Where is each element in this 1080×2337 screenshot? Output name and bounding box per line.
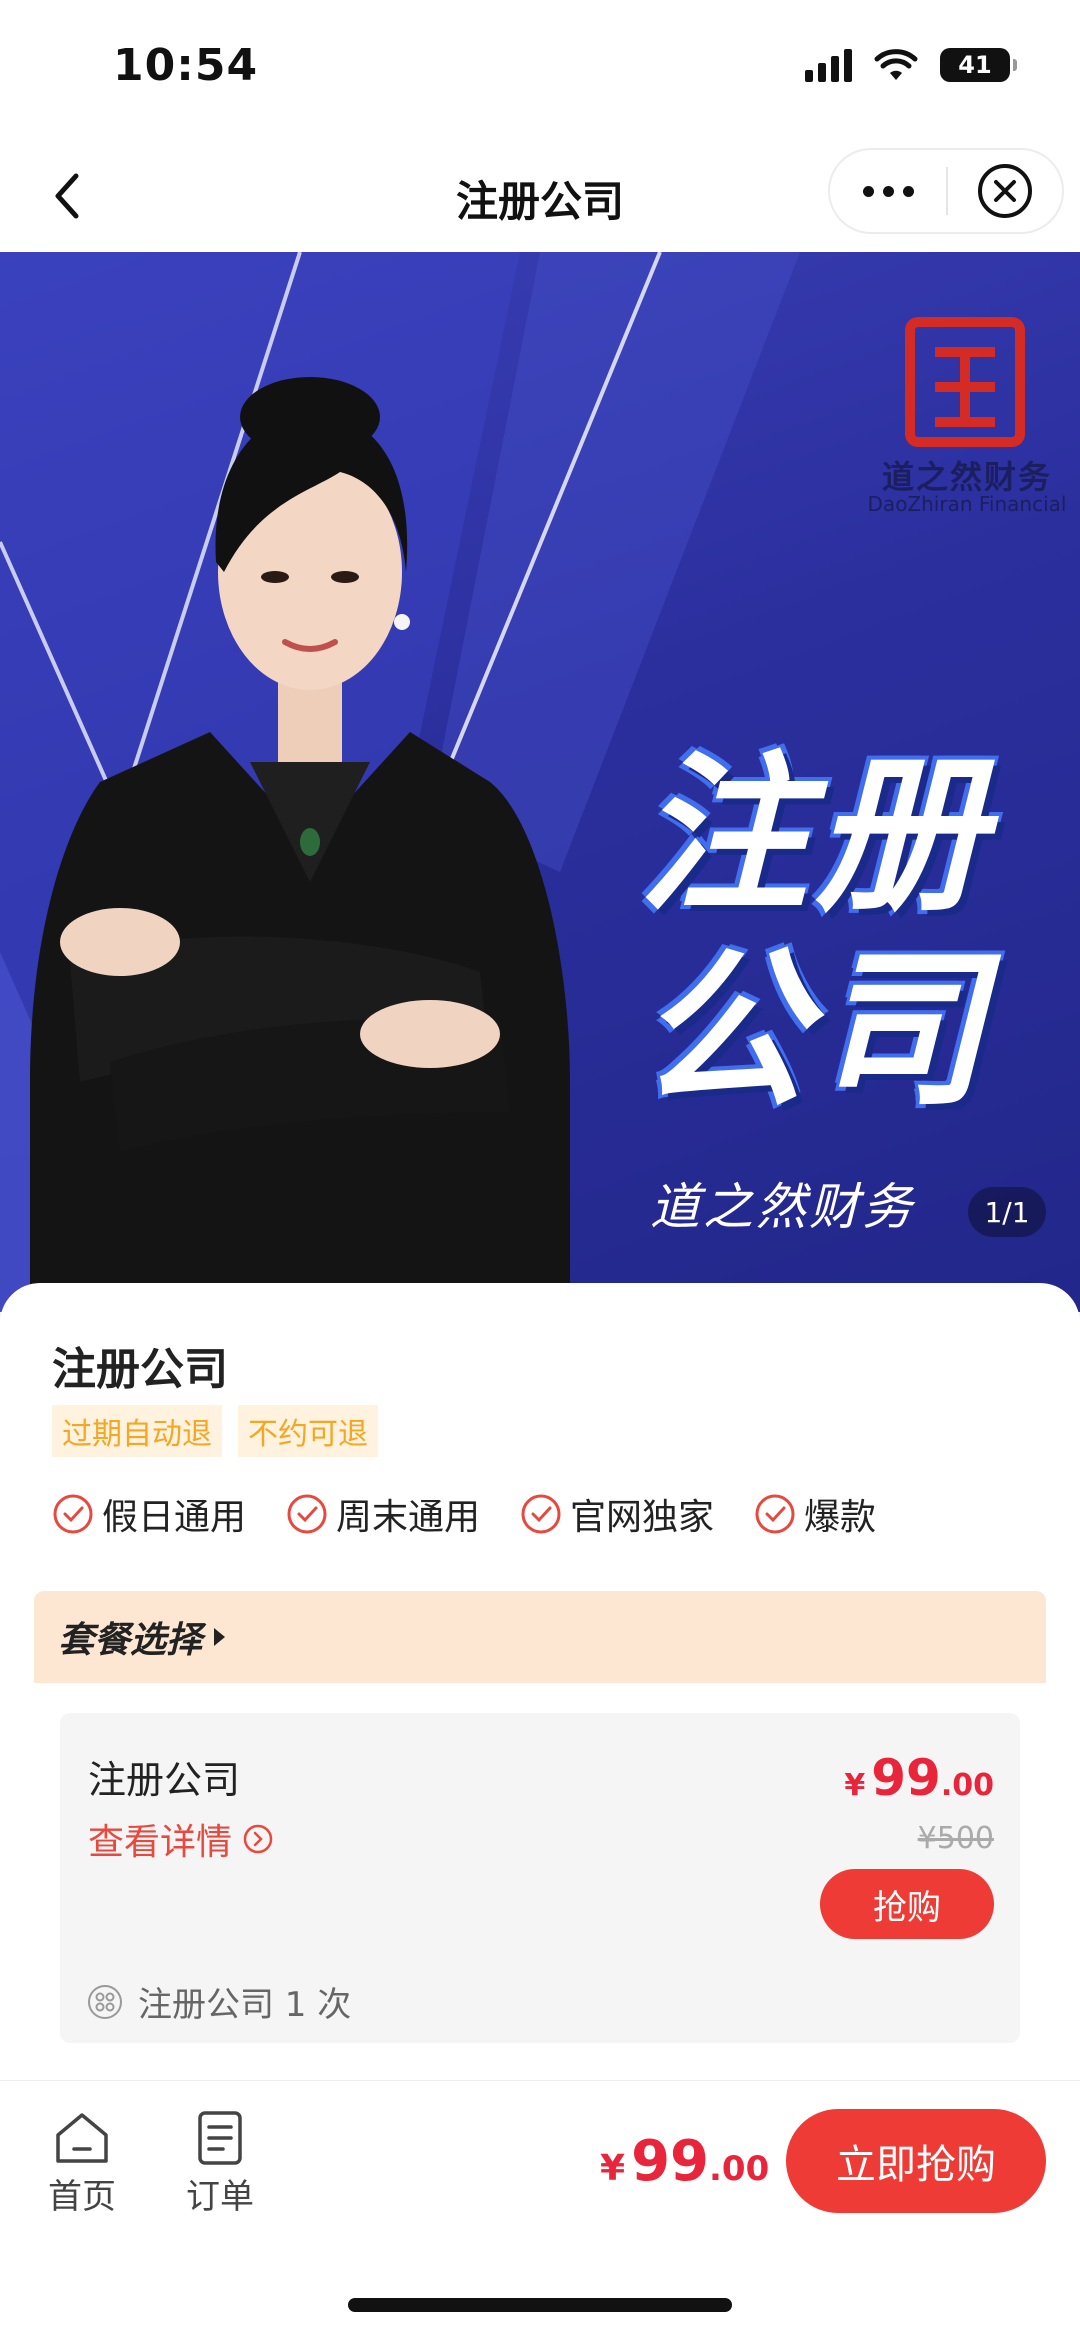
close-circle-icon xyxy=(978,164,1032,218)
tab-home[interactable]: 首页 xyxy=(48,2109,116,2218)
package-selection-label: 套餐选择 xyxy=(58,1620,203,1661)
product-banner[interactable]: 道之然财务 DaoZhiran Financial 注册 公司 道之然财务 1/… xyxy=(0,252,1080,1312)
rush-buy-button[interactable]: 抢购 xyxy=(820,1869,994,1939)
status-bar: 10:54 41 xyxy=(0,0,1080,140)
check-circle-icon xyxy=(521,1494,561,1534)
price-decimal: .00 xyxy=(940,1768,994,1803)
cellular-signal-icon xyxy=(805,48,852,82)
status-time: 10:54 xyxy=(113,40,259,91)
banner-headline-line2: 公司 xyxy=(637,932,990,1130)
view-details-label: 查看详情 xyxy=(88,1822,233,1863)
status-icons: 41 xyxy=(805,48,1017,82)
currency-symbol: ¥ xyxy=(844,1768,866,1803)
brand-logo-english: DaoZhiran Financial xyxy=(867,492,1067,516)
feature-label: 假日通用 xyxy=(102,1497,247,1538)
price-decimal: .00 xyxy=(709,2149,770,2189)
caret-right-icon xyxy=(214,1628,226,1646)
home-indicator xyxy=(348,2298,732,2312)
package-list: 注册公司 查看详情 ¥ 99 .00 ¥500 抢购 注册公司 1 次 xyxy=(34,1683,1046,2083)
feature-item: 爆款 xyxy=(754,1488,876,1540)
brand-logo-icon xyxy=(905,317,1025,447)
check-circle-icon xyxy=(53,1494,93,1534)
feature-label: 官网独家 xyxy=(570,1497,715,1538)
feature-item: 周末通用 xyxy=(286,1488,480,1540)
product-info-card: 注册公司 过期自动退 不约可退 假日通用 周末通用 官网独家 爆款 套餐选择 注… xyxy=(0,1283,1080,2083)
price-integer: 99 xyxy=(631,2129,709,2194)
tab-home-label: 首页 xyxy=(48,2177,116,2217)
check-circle-icon xyxy=(287,1494,327,1534)
mini-program-capsule xyxy=(828,148,1064,234)
close-button[interactable] xyxy=(948,150,1062,232)
product-title: 注册公司 xyxy=(52,1344,228,1395)
total-price: ¥ 99 .00 xyxy=(600,2129,769,2194)
price-integer: 99 xyxy=(871,1749,941,1807)
currency-symbol: ¥ xyxy=(600,2148,626,2189)
view-details-link[interactable]: 查看详情 xyxy=(88,1813,274,1865)
more-options-icon[interactable] xyxy=(830,150,946,232)
tag-refundable: 不约可退 xyxy=(238,1405,378,1457)
tag-auto-refund: 过期自动退 xyxy=(52,1405,222,1457)
tab-orders-label: 订单 xyxy=(186,2177,254,2217)
page: 10:54 41 注册公司 道之然财务 DaoZhiran Financial … xyxy=(0,0,1080,2337)
package-name: 注册公司 xyxy=(88,1758,241,1802)
presenter-photo xyxy=(30,377,570,1312)
package-contents: 注册公司 1 次 xyxy=(86,1977,351,2026)
home-icon xyxy=(56,2113,108,2163)
nav-bar: 注册公司 xyxy=(0,140,1080,252)
check-circle-icon xyxy=(755,1494,795,1534)
order-list-icon xyxy=(198,2111,242,2165)
battery-icon: 41 xyxy=(940,48,1017,82)
feature-label: 爆款 xyxy=(804,1497,877,1538)
original-price: ¥500 xyxy=(917,1821,994,1856)
buy-now-button[interactable]: 立即抢购 xyxy=(786,2109,1046,2213)
package-selection-header[interactable]: 套餐选择 xyxy=(34,1591,1046,1683)
wifi-icon xyxy=(874,49,918,80)
feature-label: 周末通用 xyxy=(336,1497,481,1538)
feature-item: 官网独家 xyxy=(520,1488,714,1540)
package-item[interactable]: 注册公司 查看详情 ¥ 99 .00 ¥500 抢购 注册公司 1 次 xyxy=(60,1713,1020,2043)
refund-tags: 过期自动退 不约可退 xyxy=(52,1405,378,1457)
feature-item: 假日通用 xyxy=(52,1488,246,1540)
tab-orders[interactable]: 订单 xyxy=(186,2109,254,2218)
package-contents-label: 注册公司 1 次 xyxy=(138,1985,352,2025)
feature-list: 假日通用 周末通用 官网独家 爆款 xyxy=(52,1488,916,1540)
grid-dots-icon xyxy=(88,1984,122,2019)
banner-signature: 道之然财务 xyxy=(650,1178,915,1236)
package-price: ¥ 99 .00 xyxy=(844,1749,994,1807)
arrow-circle-right-icon xyxy=(243,1824,273,1854)
image-page-counter: 1/1 xyxy=(968,1187,1046,1237)
